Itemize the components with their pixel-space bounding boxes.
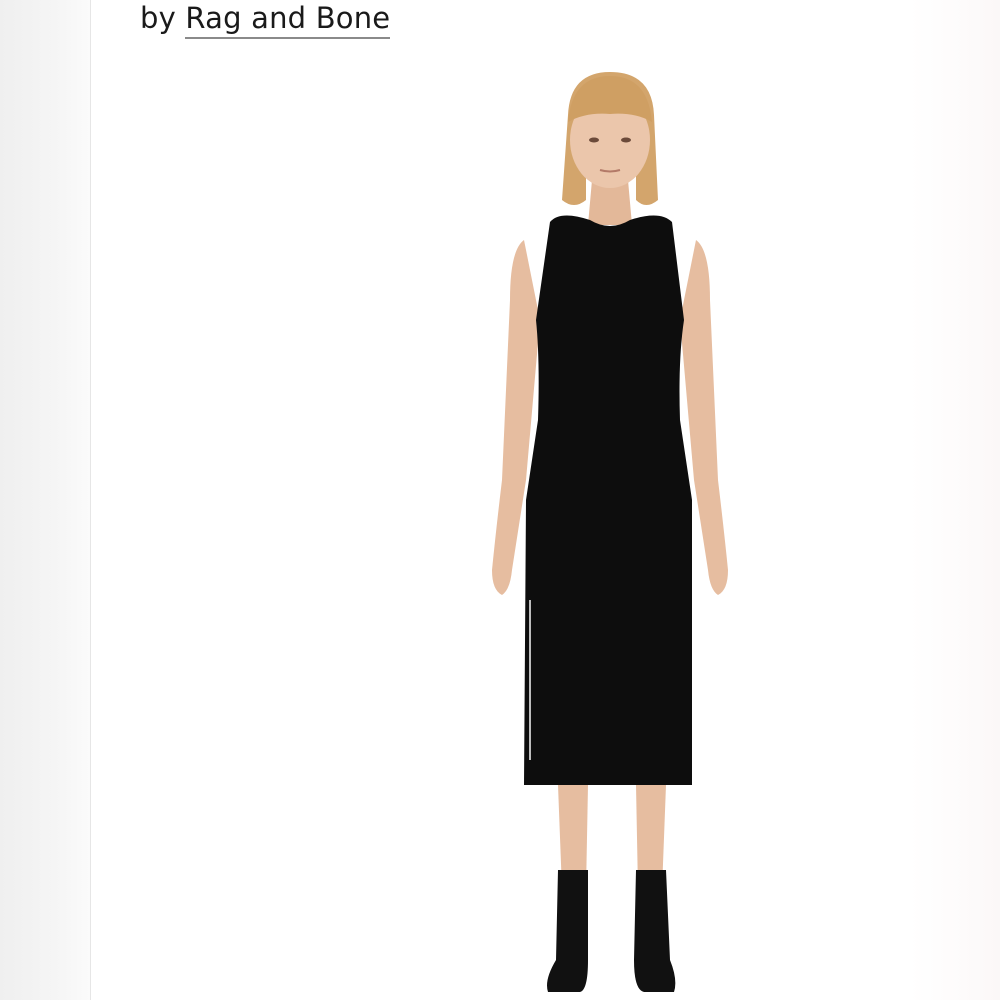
left-boot: [547, 870, 588, 992]
brand-link[interactable]: Rag and Bone: [185, 1, 391, 39]
black-dress: [524, 215, 692, 786]
left-gutter: [0, 0, 91, 1000]
listing-page: by Rag and Bone: [0, 0, 1000, 1000]
by-prefix: by: [140, 1, 176, 35]
right-gutter: [910, 0, 1000, 1000]
brand-byline: by Rag and Bone: [140, 0, 391, 39]
product-photo[interactable]: [440, 60, 780, 1000]
right-boot: [634, 870, 676, 992]
